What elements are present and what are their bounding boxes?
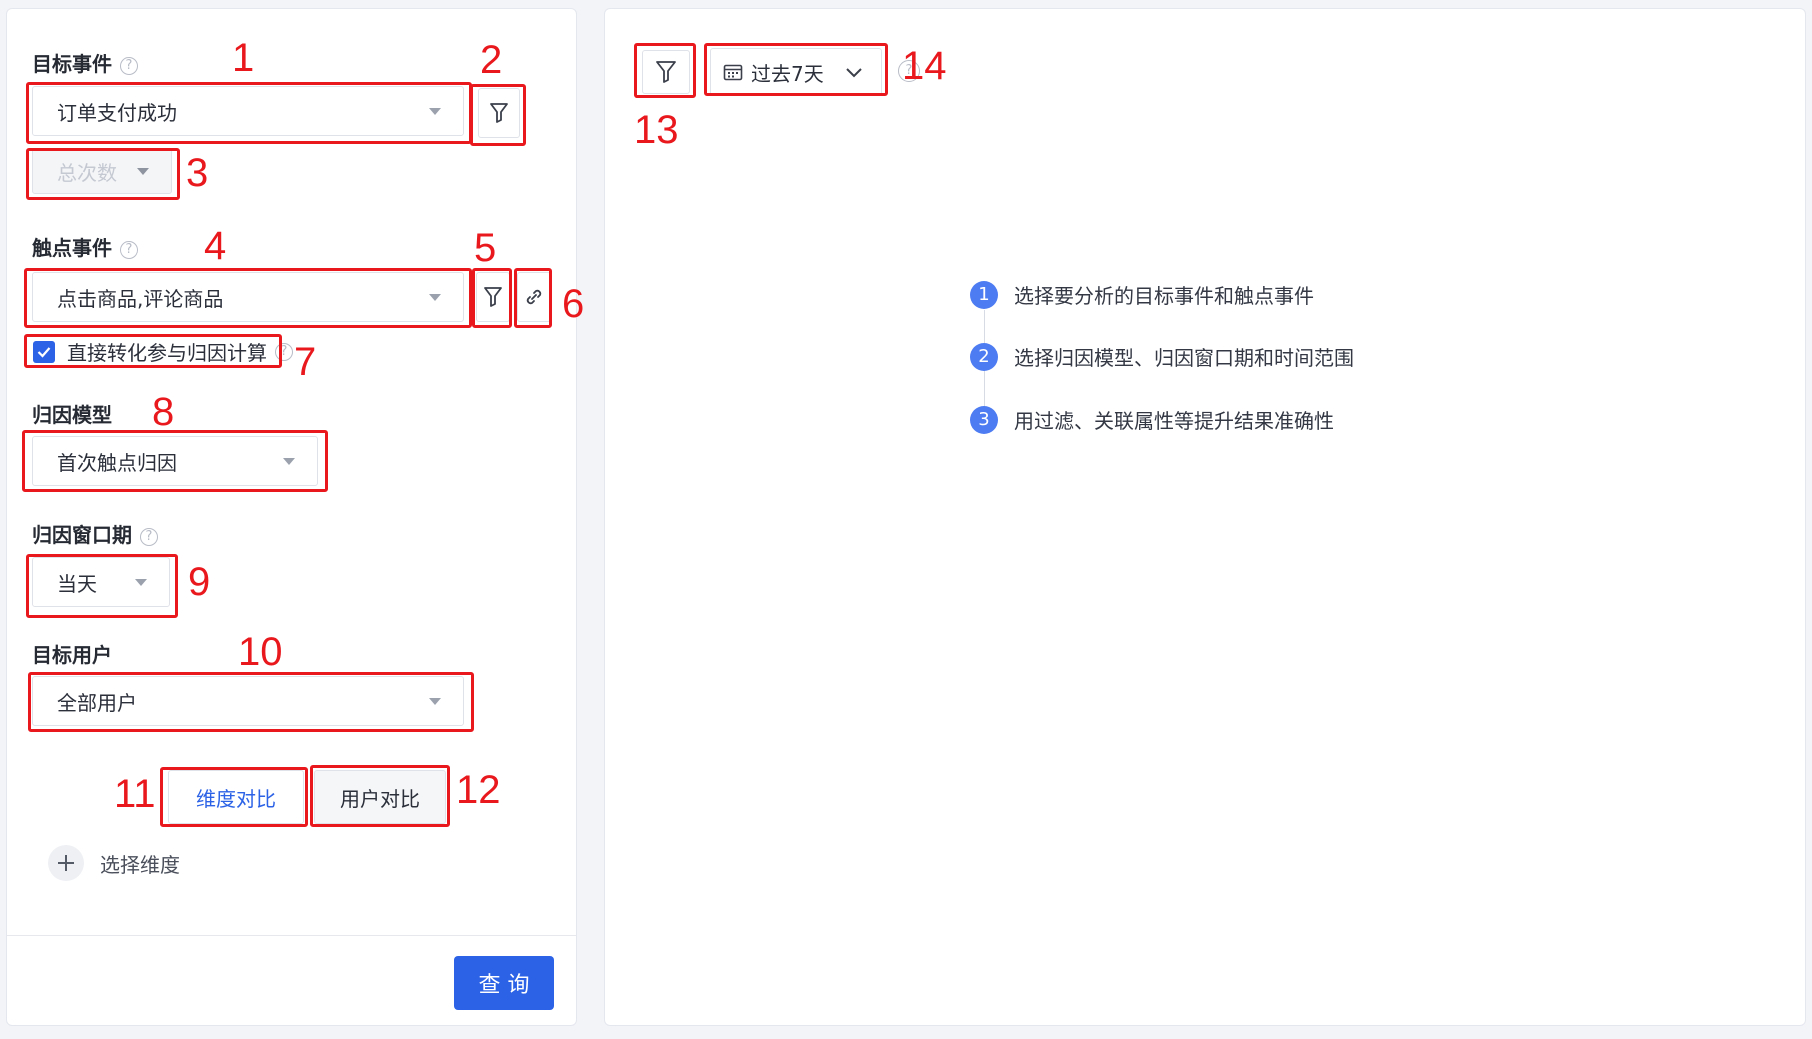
annotation-number-11: 11: [114, 772, 156, 816]
step-number: 3: [970, 405, 998, 434]
attribution-model-select[interactable]: 首次触点归因: [32, 436, 318, 486]
target-event-label: 目标事件?: [32, 48, 138, 77]
query-button[interactable]: 查 询: [454, 956, 554, 1010]
link-icon: [526, 289, 542, 305]
target-user-label: 目标用户: [32, 643, 112, 667]
date-range-value: 过去7天: [751, 61, 824, 86]
step-item: 1 选择要分析的目标事件和触点事件: [970, 280, 1314, 309]
touch-event-filter-button[interactable]: [476, 272, 510, 322]
attribution-window-value: 当天: [57, 571, 97, 596]
target-event-value: 订单支付成功: [57, 100, 177, 125]
annotation-number-3: 3: [186, 151, 209, 195]
step-text: 用过滤、关联属性等提升结果准确性: [1014, 409, 1334, 433]
annotation-number-6: 6: [562, 282, 585, 326]
result-panel: [604, 8, 1806, 1026]
annotation-number-14: 14: [902, 44, 947, 88]
tab-dimension-compare-label: 维度对比: [196, 786, 276, 811]
direct-conversion-checkbox-row[interactable]: 直接转化参与归因计算 ?: [33, 337, 293, 366]
touch-event-value: 点击商品,评论商品: [57, 286, 224, 311]
annotation-number-2: 2: [480, 38, 503, 82]
target-event-select[interactable]: 订单支付成功: [32, 86, 464, 136]
help-icon[interactable]: ?: [120, 56, 138, 75]
target-user-select[interactable]: 全部用户: [32, 676, 464, 726]
plus-icon: [48, 845, 84, 881]
direct-conversion-checkbox[interactable]: [33, 340, 55, 363]
step-number: 2: [970, 342, 998, 371]
tab-dimension-compare[interactable]: 维度对比: [168, 770, 304, 824]
filter-icon: [490, 103, 508, 123]
help-icon[interactable]: ?: [275, 342, 293, 361]
tab-user-compare[interactable]: 用户对比: [314, 770, 446, 824]
step-text: 选择归因模型、归因窗口期和时间范围: [1014, 346, 1354, 370]
attribution-window-select[interactable]: 当天: [32, 557, 170, 607]
chevron-down-icon: [283, 458, 295, 465]
chevron-down-icon: [429, 698, 441, 705]
chevron-down-icon: [137, 168, 149, 175]
touch-event-link-button[interactable]: [517, 272, 551, 322]
attribution-model-label: 归因模型: [32, 403, 112, 427]
date-range-picker[interactable]: 过去7天: [710, 48, 882, 96]
annotation-number-5: 5: [474, 226, 497, 270]
panel-divider: [7, 935, 576, 936]
annotation-number-13: 13: [634, 108, 679, 152]
step-number: 1: [970, 280, 998, 309]
global-filter-button[interactable]: [642, 50, 690, 94]
add-dimension-label: 选择维度: [100, 852, 180, 877]
attribution-window-label: 归因窗口期?: [32, 519, 158, 548]
touch-event-select[interactable]: 点击商品,评论商品: [32, 272, 464, 322]
query-button-label: 查 询: [478, 973, 530, 998]
annotation-number-4: 4: [204, 224, 227, 268]
calendar-icon: [723, 64, 743, 81]
step-item: 2 选择归因模型、归因窗口期和时间范围: [970, 342, 1354, 371]
annotation-number-12: 12: [456, 768, 501, 812]
step-item: 3 用过滤、关联属性等提升结果准确性: [970, 405, 1334, 434]
attribution-model-value: 首次触点归因: [57, 450, 177, 475]
add-dimension-button[interactable]: 选择维度: [48, 845, 180, 881]
filter-icon: [484, 287, 502, 307]
annotation-number-7: 7: [294, 340, 317, 384]
chevron-down-icon: [135, 579, 147, 586]
chevron-down-icon: [846, 68, 862, 78]
help-icon[interactable]: ?: [140, 527, 158, 546]
metric-select[interactable]: 总次数: [32, 148, 172, 194]
target-event-filter-button[interactable]: [478, 88, 520, 138]
check-icon: [37, 346, 51, 358]
annotation-number-10: 10: [238, 630, 283, 674]
tab-user-compare-label: 用户对比: [340, 786, 420, 811]
chevron-down-icon: [429, 294, 441, 301]
help-icon[interactable]: ?: [120, 240, 138, 259]
direct-conversion-label: 直接转化参与归因计算: [67, 341, 267, 365]
annotation-number-9: 9: [188, 560, 211, 604]
annotation-number-1: 1: [232, 36, 255, 80]
target-user-value: 全部用户: [57, 690, 137, 715]
touch-event-label: 触点事件?: [32, 232, 138, 261]
filter-icon: [656, 61, 676, 83]
annotation-number-8: 8: [152, 390, 175, 434]
chevron-down-icon: [429, 108, 441, 115]
metric-value: 总次数: [57, 160, 117, 185]
step-text: 选择要分析的目标事件和触点事件: [1014, 284, 1314, 308]
